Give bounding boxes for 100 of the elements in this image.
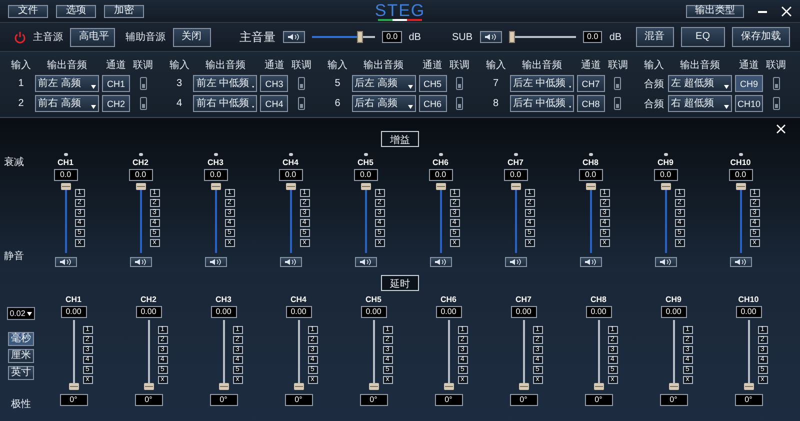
- fader[interactable]: [360, 183, 370, 253]
- output-dropdown[interactable]: 前左 高频: [35, 75, 99, 92]
- fader-thumb[interactable]: [668, 383, 678, 390]
- link-toggle[interactable]: [614, 97, 622, 110]
- mute-button[interactable]: [204, 257, 226, 267]
- link-toggle[interactable]: [772, 97, 780, 110]
- fader-thumb[interactable]: [744, 383, 754, 390]
- mute-button[interactable]: [130, 257, 152, 267]
- fader[interactable]: [60, 183, 70, 253]
- fader-thumb[interactable]: [368, 383, 378, 390]
- link-toggle[interactable]: [298, 77, 305, 90]
- menu-button[interactable]: 选项: [56, 4, 96, 18]
- fader[interactable]: [68, 320, 78, 390]
- slider-thumb[interactable]: [508, 31, 514, 43]
- mute-button[interactable]: [354, 257, 376, 267]
- close-icon[interactable]: [776, 124, 786, 134]
- fader-thumb[interactable]: [436, 183, 446, 190]
- link-toggle[interactable]: [456, 97, 463, 110]
- fader-thumb[interactable]: [586, 183, 596, 190]
- channel-button[interactable]: CH2: [102, 95, 130, 112]
- channel-button[interactable]: CH10: [735, 95, 763, 112]
- toolbar-button[interactable]: 混音: [636, 27, 674, 47]
- channel-button[interactable]: CH9: [735, 75, 763, 92]
- fader-thumb[interactable]: [218, 383, 228, 390]
- output-dropdown[interactable]: 左 超低频: [668, 75, 732, 92]
- mute-button[interactable]: [730, 257, 752, 267]
- fader[interactable]: [586, 183, 596, 253]
- fader[interactable]: [210, 183, 220, 253]
- fader-thumb[interactable]: [136, 183, 146, 190]
- fader-thumb[interactable]: [286, 183, 296, 190]
- fader-thumb[interactable]: [294, 383, 304, 390]
- link-toggle[interactable]: [772, 77, 780, 90]
- channel-button[interactable]: CH8: [576, 95, 605, 112]
- minimize-icon[interactable]: [758, 10, 768, 12]
- fader[interactable]: [294, 320, 304, 390]
- fader[interactable]: [444, 320, 454, 390]
- mute-button[interactable]: [580, 257, 602, 267]
- link-toggle[interactable]: [140, 77, 146, 90]
- fader-thumb[interactable]: [510, 183, 520, 190]
- fader-thumb[interactable]: [736, 183, 746, 190]
- fader-thumb[interactable]: [444, 383, 454, 390]
- mute-button[interactable]: [280, 257, 302, 267]
- fader[interactable]: [668, 320, 678, 390]
- output-type-button[interactable]: 输出类型: [686, 4, 744, 18]
- menu-button[interactable]: 加密: [104, 4, 144, 18]
- channel-button[interactable]: CH3: [260, 75, 288, 92]
- toolbar-button[interactable]: EQ: [680, 27, 725, 47]
- output-dropdown[interactable]: 前右 高频: [35, 95, 99, 112]
- mute-button[interactable]: [480, 31, 502, 43]
- fader[interactable]: [510, 183, 520, 253]
- fader[interactable]: [594, 320, 604, 390]
- fader-thumb[interactable]: [660, 183, 670, 190]
- step-dropdown[interactable]: 0.02: [6, 307, 36, 320]
- fader-thumb[interactable]: [210, 183, 220, 190]
- fader[interactable]: [218, 320, 228, 390]
- output-dropdown[interactable]: 后左 中低频: [510, 75, 574, 92]
- output-dropdown[interactable]: 右 超低频: [668, 95, 732, 112]
- output-dropdown[interactable]: 后左 高频: [352, 75, 416, 92]
- link-toggle[interactable]: [298, 97, 305, 110]
- mute-button[interactable]: [504, 257, 526, 267]
- output-dropdown[interactable]: 后右 中低频: [510, 95, 574, 112]
- channel-button[interactable]: CH1: [102, 75, 130, 92]
- fader-thumb[interactable]: [68, 383, 78, 390]
- output-dropdown[interactable]: 前右 中低频: [193, 95, 258, 112]
- fader[interactable]: [744, 320, 754, 390]
- close-icon[interactable]: [781, 6, 792, 16]
- mute-button[interactable]: [54, 257, 76, 267]
- unit-button[interactable]: 英寸: [8, 366, 34, 380]
- slider-thumb[interactable]: [356, 31, 363, 43]
- aux-source-dropdown[interactable]: 关闭: [172, 28, 211, 46]
- sub-volume-slider[interactable]: [508, 31, 576, 43]
- mute-button[interactable]: [282, 31, 305, 43]
- fader-thumb[interactable]: [360, 183, 370, 190]
- master-volume-slider[interactable]: [312, 31, 376, 43]
- fader-thumb[interactable]: [594, 383, 604, 390]
- fader[interactable]: [518, 320, 528, 390]
- channel-button[interactable]: CH5: [418, 75, 446, 92]
- toolbar-button[interactable]: 保存加载: [732, 27, 790, 47]
- fader[interactable]: [144, 320, 154, 390]
- main-source-dropdown[interactable]: 高电平: [70, 28, 115, 46]
- mute-button[interactable]: [430, 257, 452, 267]
- menu-button[interactable]: 文件: [8, 4, 48, 18]
- unit-button[interactable]: 厘米: [8, 349, 34, 363]
- output-dropdown[interactable]: 后右 高频: [352, 95, 416, 112]
- fader-thumb[interactable]: [144, 383, 154, 390]
- fader[interactable]: [368, 320, 378, 390]
- channel-button[interactable]: CH7: [576, 75, 605, 92]
- link-toggle[interactable]: [614, 77, 622, 90]
- fader[interactable]: [436, 183, 446, 253]
- fader[interactable]: [136, 183, 146, 253]
- output-dropdown[interactable]: 前左 中低频: [193, 75, 258, 92]
- fader-thumb[interactable]: [60, 183, 70, 190]
- fader[interactable]: [660, 183, 670, 253]
- mute-button[interactable]: [654, 257, 676, 267]
- fader-thumb[interactable]: [518, 383, 528, 390]
- channel-button[interactable]: CH4: [260, 95, 288, 112]
- link-toggle[interactable]: [140, 97, 146, 110]
- fader[interactable]: [736, 183, 746, 253]
- fader[interactable]: [286, 183, 296, 253]
- channel-button[interactable]: CH6: [418, 95, 446, 112]
